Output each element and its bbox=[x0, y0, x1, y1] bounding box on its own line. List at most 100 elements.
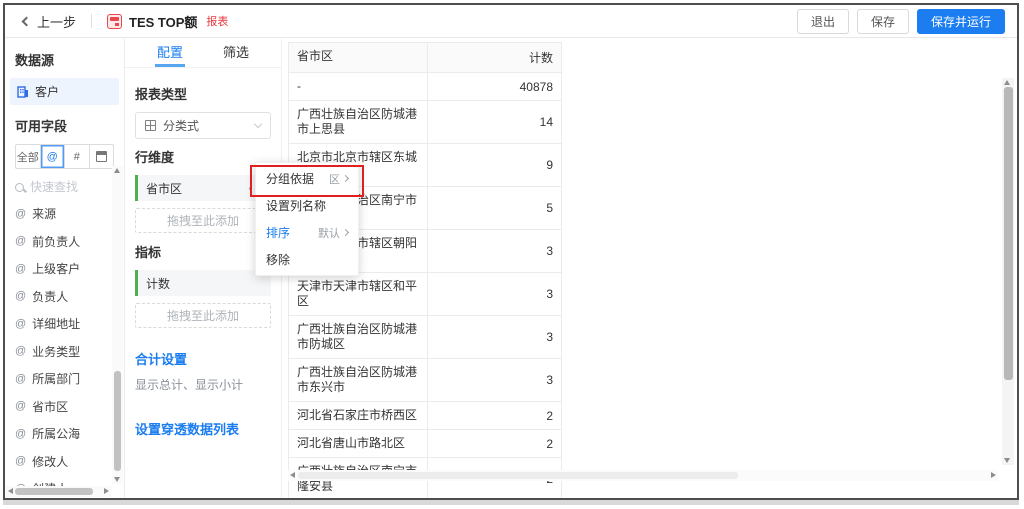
field-item-label: 前负责人 bbox=[32, 233, 80, 250]
scroll-down-icon[interactable] bbox=[1004, 458, 1010, 463]
datasource-item-label: 客户 bbox=[35, 83, 59, 100]
text-field-icon: @ bbox=[15, 235, 26, 247]
field-item[interactable]: @ 上级客户 bbox=[5, 255, 124, 283]
table-vertical-scrollbar[interactable] bbox=[1002, 78, 1014, 465]
grid-type-icon bbox=[145, 120, 156, 131]
field-item[interactable]: @ 负责人 bbox=[5, 283, 124, 311]
topbar-divider bbox=[91, 14, 92, 28]
field-context-menu: 分组依据 区 设置列名称 排序 默认 移除 bbox=[255, 162, 359, 276]
cell-count: 5 bbox=[428, 187, 561, 229]
cell-region: - bbox=[289, 73, 428, 100]
menu-item-sort[interactable]: 排序 默认 bbox=[256, 219, 358, 246]
menu-item-remove[interactable]: 移除 bbox=[256, 246, 358, 273]
report-type-select[interactable]: 分类式 bbox=[135, 112, 271, 139]
menu-item-group-by[interactable]: 分组依据 区 bbox=[256, 165, 358, 192]
cell-count: 3 bbox=[428, 273, 561, 315]
filter-tab-all[interactable]: 全部 bbox=[16, 145, 40, 168]
filter-tab-number[interactable]: # bbox=[64, 145, 89, 168]
cell-count: 14 bbox=[428, 101, 561, 143]
field-item[interactable]: @ 详细地址 bbox=[5, 310, 124, 338]
scroll-right-icon[interactable] bbox=[104, 488, 109, 494]
save-and-run-button[interactable]: 保存并运行 bbox=[917, 9, 1005, 34]
app-window: 上一步 TES TOP额 报表 退出 保存 保存并运行 数据源 bbox=[3, 3, 1019, 500]
save-button[interactable]: 保存 bbox=[857, 9, 909, 34]
back-button[interactable]: 上一步 bbox=[23, 12, 76, 31]
table-vertical-scroll-thumb[interactable] bbox=[1004, 87, 1013, 380]
metric-label: 指标 bbox=[135, 242, 271, 261]
sidebar-fields-panel: 数据源 客户 可用字段 全部 @ # bbox=[5, 39, 125, 498]
totals-settings-desc: 显示总计、显示小计 bbox=[135, 376, 271, 393]
scroll-left-icon[interactable] bbox=[8, 488, 13, 494]
text-field-icon: @ bbox=[15, 373, 26, 385]
metric-dropzone[interactable]: 拖拽至此添加 bbox=[135, 303, 271, 328]
drill-through-link[interactable]: 设置穿透数据列表 bbox=[135, 419, 271, 438]
table-row: - 40878 bbox=[289, 73, 561, 101]
available-fields-title: 可用字段 bbox=[15, 116, 124, 135]
field-item[interactable]: @ 所属部门 bbox=[5, 365, 124, 393]
text-field-icon: @ bbox=[15, 318, 26, 330]
menu-item-set-column-name[interactable]: 设置列名称 bbox=[256, 192, 358, 219]
scroll-down-icon[interactable] bbox=[114, 477, 120, 482]
column-header-region[interactable]: 省市区 bbox=[289, 43, 428, 72]
scroll-left-icon[interactable] bbox=[290, 472, 295, 478]
tab-filter[interactable]: 筛选 bbox=[221, 39, 251, 67]
field-type-filter: 全部 @ # bbox=[15, 144, 114, 169]
menu-item-label: 设置列名称 bbox=[266, 197, 326, 214]
row-dimension-value: 省市区 bbox=[146, 180, 182, 197]
field-item[interactable]: @ 业务类型 bbox=[5, 338, 124, 366]
totals-settings-link[interactable]: 合计设置 bbox=[135, 349, 271, 368]
field-item[interactable]: @ 所属公海 bbox=[5, 420, 124, 448]
datasource-item-customer[interactable]: 客户 bbox=[10, 78, 119, 105]
building-icon bbox=[17, 86, 29, 98]
field-search bbox=[15, 180, 114, 194]
chevron-right-icon bbox=[342, 229, 349, 236]
sidebar-vertical-scrollbar[interactable] bbox=[112, 166, 123, 484]
back-label: 上一步 bbox=[37, 12, 76, 31]
cell-region: 河北省石家庄市桥西区 bbox=[289, 402, 428, 429]
table-row: 河北省唐山市路北区 2 bbox=[289, 430, 561, 458]
config-tabs: 配置 筛选 bbox=[125, 39, 281, 68]
field-item[interactable]: @ 省市区 bbox=[5, 393, 124, 421]
tab-configure[interactable]: 配置 bbox=[155, 39, 185, 67]
column-header-count[interactable]: 计数 bbox=[428, 43, 561, 72]
cell-count: 2 bbox=[428, 430, 561, 457]
sidebar-horizontal-scroll-thumb[interactable] bbox=[15, 488, 93, 495]
menu-item-label: 移除 bbox=[266, 251, 290, 268]
table-horizontal-scrollbar[interactable] bbox=[288, 470, 998, 481]
cell-region: 河北省唐山市路北区 bbox=[289, 430, 428, 457]
search-input[interactable] bbox=[30, 180, 108, 194]
table-row: 广西壮族自治区防城港市防城区 3 bbox=[289, 316, 561, 359]
scroll-right-icon[interactable] bbox=[991, 472, 996, 478]
field-item[interactable]: @ 前负责人 bbox=[5, 228, 124, 256]
field-item-label: 修改人 bbox=[32, 453, 68, 470]
table-horizontal-scroll-thumb[interactable] bbox=[298, 472, 738, 479]
exit-button[interactable]: 退出 bbox=[797, 9, 849, 34]
field-item[interactable]: @ 来源 bbox=[5, 200, 124, 228]
report-title: TES TOP额 bbox=[129, 12, 197, 31]
row-dimension-chip[interactable]: 省市区 bbox=[135, 175, 271, 201]
calendar-icon bbox=[96, 151, 107, 162]
chevron-right-icon bbox=[342, 175, 349, 182]
scroll-up-icon[interactable] bbox=[1004, 80, 1010, 85]
metric-chip[interactable]: 计数 bbox=[135, 270, 271, 296]
row-dimension-label: 行维度 bbox=[135, 147, 271, 166]
field-item-label: 所属部门 bbox=[32, 370, 80, 387]
chevron-down-icon bbox=[254, 120, 262, 128]
scroll-up-icon[interactable] bbox=[114, 168, 120, 173]
text-field-icon: @ bbox=[15, 345, 26, 357]
menu-item-label: 分组依据 bbox=[266, 170, 314, 187]
filter-tab-text[interactable]: @ bbox=[40, 145, 65, 168]
cell-count: 40878 bbox=[428, 73, 561, 100]
report-type-label: 报表类型 bbox=[135, 84, 271, 103]
field-item[interactable]: @ 修改人 bbox=[5, 448, 124, 476]
sidebar-horizontal-scrollbar[interactable] bbox=[6, 486, 111, 497]
menu-item-current-value: 默认 bbox=[318, 225, 348, 241]
table-row: 河北省石家庄市桥西区 2 bbox=[289, 402, 561, 430]
filter-tab-date[interactable] bbox=[89, 145, 114, 168]
cell-region: 广西壮族自治区防城港市上思县 bbox=[289, 101, 428, 143]
cell-count: 3 bbox=[428, 316, 561, 358]
row-dimension-dropzone[interactable]: 拖拽至此添加 bbox=[135, 208, 271, 233]
cell-count: 3 bbox=[428, 230, 561, 272]
report-type-tag: 报表 bbox=[206, 13, 228, 29]
sidebar-vertical-scroll-thumb[interactable] bbox=[114, 371, 121, 471]
